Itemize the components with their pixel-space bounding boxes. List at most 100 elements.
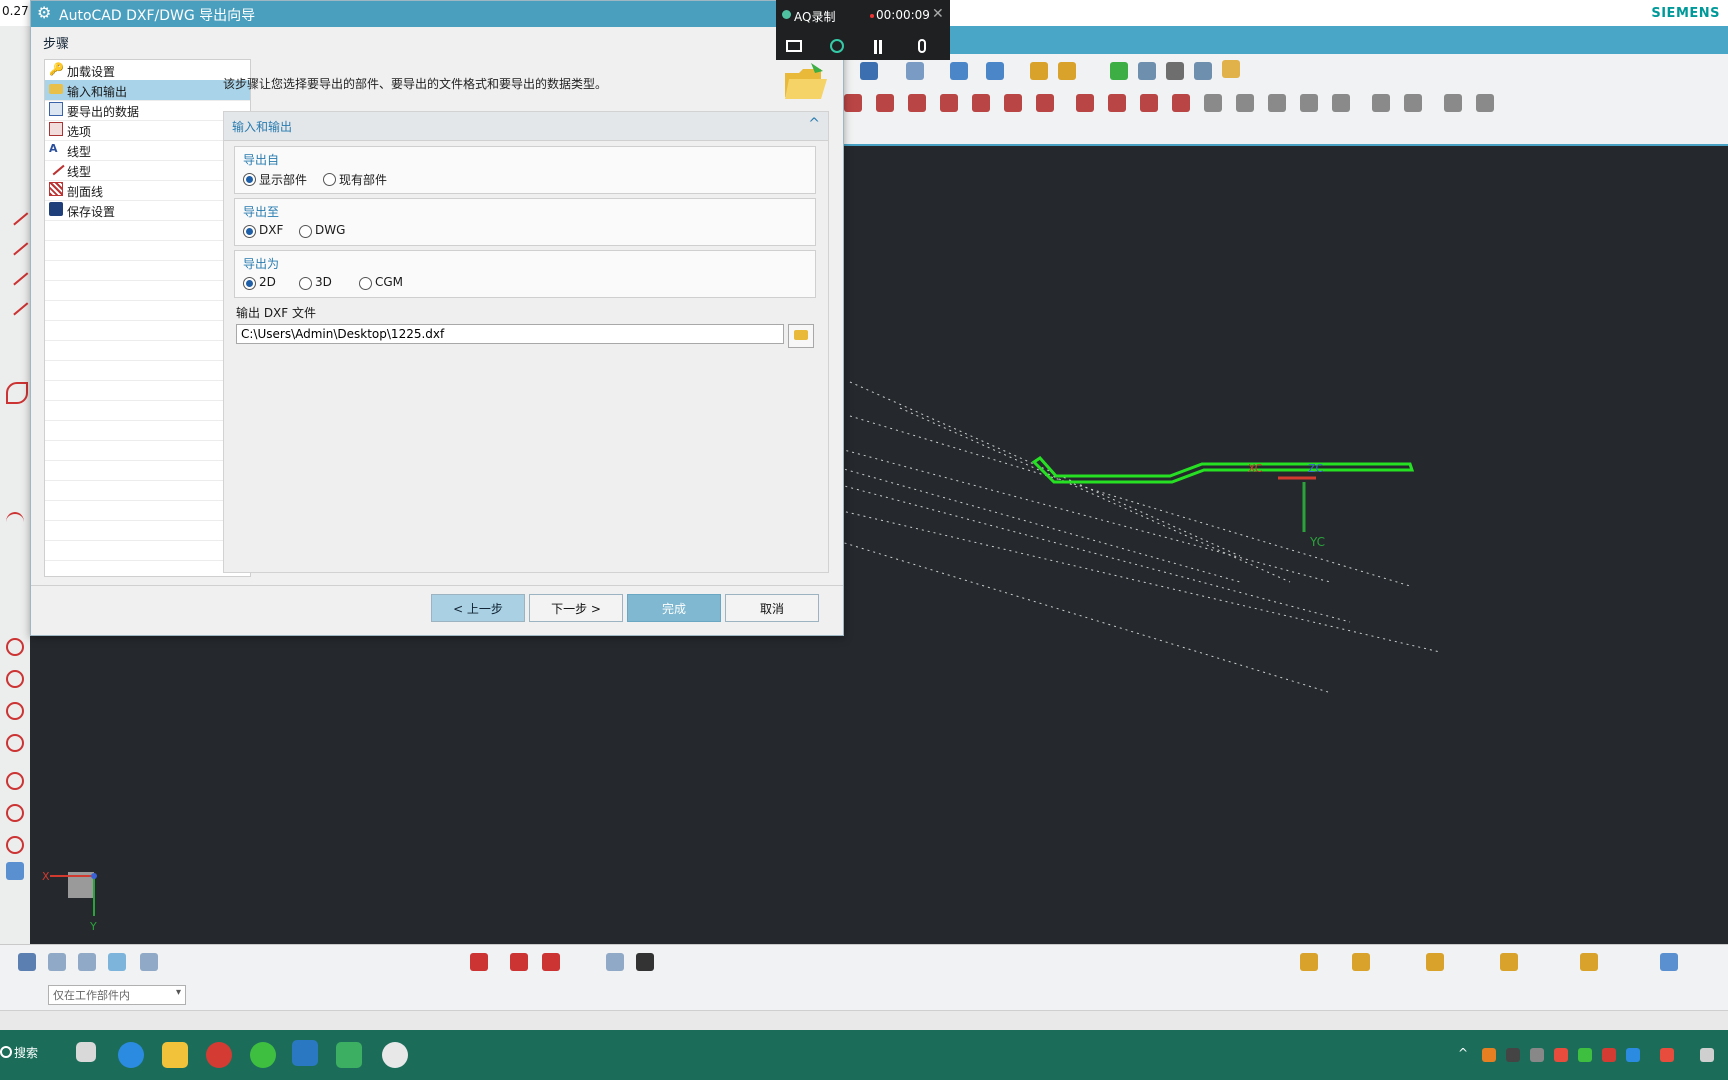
tray-wechat-icon[interactable] — [1578, 1048, 1592, 1062]
input-method-icon[interactable] — [1482, 1048, 1496, 1062]
toolbar-surface-icon[interactable] — [876, 94, 894, 112]
group-header[interactable]: 输入和输出 ^ — [224, 112, 828, 141]
tray-app-icon[interactable] — [1602, 1048, 1616, 1062]
circle-tool-icon[interactable] — [6, 702, 24, 720]
toolbar-grid-icon[interactable] — [860, 62, 878, 80]
point-icon[interactable] — [140, 953, 158, 971]
microphone-icon[interactable] — [918, 39, 926, 53]
record-icon[interactable] — [830, 39, 844, 53]
toolbar-surface-icon[interactable] — [1300, 94, 1318, 112]
step-load-settings[interactable]: 🔑 加载设置 — [45, 60, 250, 81]
radio-dxf[interactable] — [243, 225, 256, 238]
back-button[interactable]: < 上一步 — [431, 594, 525, 622]
solid-icon[interactable] — [1300, 953, 1318, 971]
edge-icon[interactable] — [118, 1042, 144, 1068]
toolbar-surface-icon[interactable] — [1076, 94, 1094, 112]
radio-display-part[interactable] — [243, 173, 256, 186]
radio-dwg[interactable] — [299, 225, 312, 238]
toolbar-surface-icon[interactable] — [1332, 94, 1350, 112]
tray-app-icon[interactable] — [1506, 1048, 1520, 1062]
finish-button[interactable]: 完成 — [627, 594, 721, 622]
step-linetype-b[interactable]: 线型 — [45, 158, 250, 181]
csys-icon[interactable] — [108, 953, 126, 971]
toolbar-table-icon[interactable] — [1166, 62, 1184, 80]
circle-tool-icon[interactable] — [6, 836, 24, 854]
line-icon[interactable] — [470, 953, 488, 971]
toolbar-surface-icon[interactable] — [1204, 94, 1222, 112]
selection-filter-dropdown[interactable]: 仅在工作部件内 ▾ — [48, 985, 186, 1005]
view2-icon[interactable] — [78, 953, 96, 971]
tray-app-icon[interactable] — [1660, 1048, 1674, 1062]
search-icon[interactable] — [0, 1046, 12, 1058]
pause-icon[interactable] — [874, 40, 882, 54]
radio-existing-part[interactable] — [323, 173, 336, 186]
cancel-button[interactable]: 取消 — [725, 594, 819, 622]
wechat-icon[interactable] — [250, 1042, 276, 1068]
radio-cgm[interactable] — [359, 277, 372, 290]
step-save-settings[interactable]: 保存设置 — [45, 200, 250, 221]
toolbar-surface-icon[interactable] — [1004, 94, 1022, 112]
circle-tool-icon[interactable] — [6, 638, 24, 656]
close-icon[interactable]: ✕ — [932, 6, 944, 22]
line-tool-icon[interactable] — [1, 198, 29, 226]
wps-icon[interactable] — [336, 1042, 362, 1068]
cylinder-tool-icon[interactable] — [6, 862, 24, 880]
task-view-icon[interactable] — [76, 1042, 96, 1062]
step-data-to-export[interactable]: 要导出的数据 — [45, 100, 250, 121]
solid2-icon[interactable] — [1352, 953, 1370, 971]
toolbar-assembly-icon[interactable] — [1030, 62, 1048, 80]
chevron-up-icon[interactable]: ^ — [808, 116, 820, 132]
tray-app-icon[interactable] — [1530, 1048, 1544, 1062]
spline-icon[interactable] — [606, 953, 624, 971]
line-tool-icon[interactable] — [1, 228, 29, 256]
toolbar-check-icon[interactable] — [1110, 62, 1128, 80]
browse-folder-button[interactable] — [788, 324, 814, 348]
toolbar-surface-icon[interactable] — [1036, 94, 1054, 112]
tray-chevron-up-icon[interactable]: ^ — [1458, 1046, 1468, 1060]
arc-icon[interactable] — [542, 953, 560, 971]
solid5-icon[interactable] — [1580, 953, 1598, 971]
toolbar-assembly2-icon[interactable] — [1058, 62, 1076, 80]
solid4-icon[interactable] — [1500, 953, 1518, 971]
toolbar-f8-icon[interactable] — [1222, 60, 1240, 78]
bluetooth-icon[interactable] — [1626, 1048, 1640, 1062]
nx-app-icon[interactable] — [292, 1040, 318, 1066]
toolbar-surface-icon[interactable] — [1476, 94, 1494, 112]
netease-music-icon[interactable] — [206, 1042, 232, 1068]
output-file-input[interactable] — [236, 324, 784, 344]
toolbar-surface-icon[interactable] — [1236, 94, 1254, 112]
window-icon[interactable] — [786, 40, 802, 52]
line-tool-icon[interactable] — [1, 288, 29, 316]
circle-tool-icon[interactable] — [6, 670, 24, 688]
toolbar-edit-icon[interactable] — [906, 62, 924, 80]
solid6-icon[interactable] — [1660, 953, 1678, 971]
toolbar-surface-icon[interactable] — [972, 94, 990, 112]
dialog-title-bar[interactable]: ⚙ AutoCAD DXF/DWG 导出向导 — [31, 1, 843, 27]
toolbar-surface-icon[interactable] — [1444, 94, 1462, 112]
circle-tool-icon[interactable] — [6, 734, 24, 752]
toolbar-surface-icon[interactable] — [1404, 94, 1422, 112]
step-input-output[interactable]: 输入和输出 — [45, 80, 250, 101]
toolbar-surface-icon[interactable] — [908, 94, 926, 112]
arc-tool-icon[interactable] — [6, 512, 24, 532]
toolbar-surface-icon[interactable] — [940, 94, 958, 112]
toolbar-measure-icon[interactable] — [1194, 62, 1212, 80]
file-explorer-icon[interactable] — [162, 1042, 188, 1068]
text-icon[interactable] — [636, 953, 654, 971]
view-icon[interactable] — [48, 953, 66, 971]
radio-2d[interactable] — [243, 277, 256, 290]
circle-tool-icon[interactable] — [6, 772, 24, 790]
line2-icon[interactable] — [510, 953, 528, 971]
toolbar-rotate-icon[interactable] — [986, 62, 1004, 80]
toolbar-surface-icon[interactable] — [1140, 94, 1158, 112]
radio-3d[interactable] — [299, 277, 312, 290]
circle-tool-icon[interactable] — [6, 804, 24, 822]
toolbar-surface-icon[interactable] — [1268, 94, 1286, 112]
spline-tool-icon[interactable] — [6, 382, 28, 404]
toolbar-surface-icon[interactable] — [1108, 94, 1126, 112]
toolbar-surface-icon[interactable] — [1372, 94, 1390, 112]
step-linetype-a[interactable]: A 线型 — [45, 140, 250, 161]
layer-icon[interactable] — [18, 953, 36, 971]
taskbar-search-label[interactable]: 搜索 — [14, 1044, 38, 1061]
tray-app-icon[interactable] — [1554, 1048, 1568, 1062]
